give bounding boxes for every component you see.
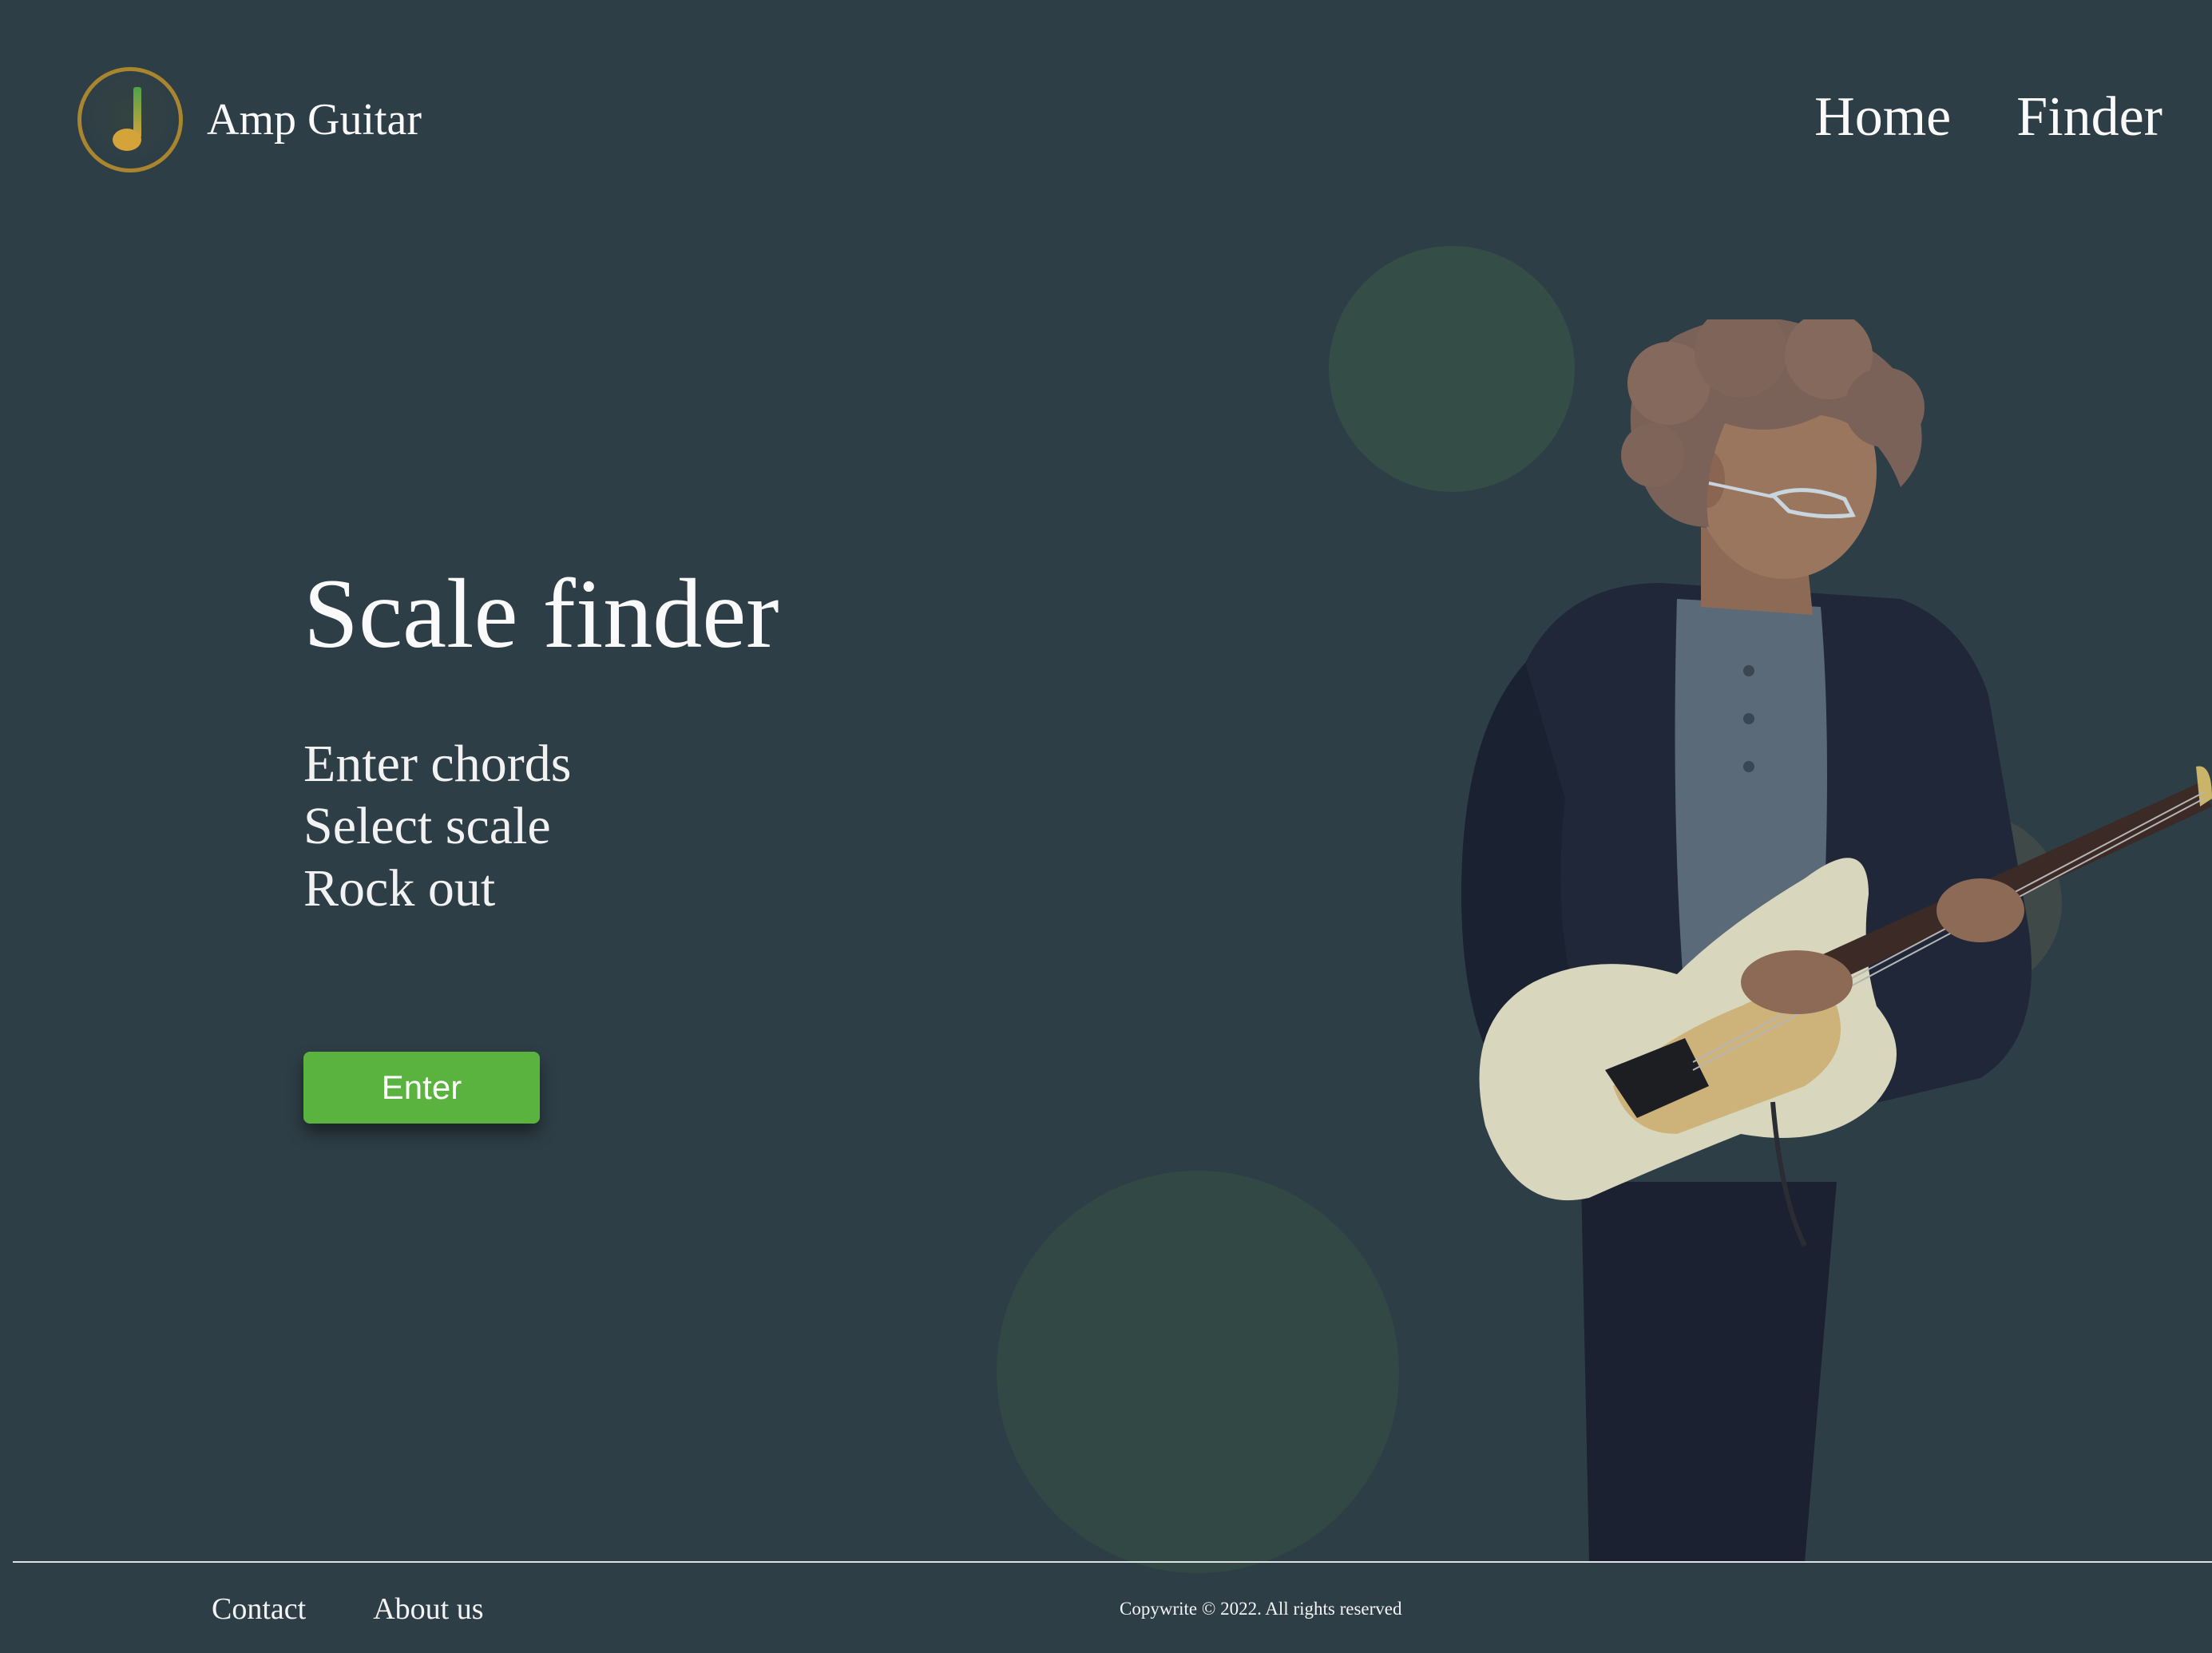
footer-contact-link[interactable]: Contact	[212, 1594, 306, 1624]
guitarist-photo	[1461, 319, 2212, 1562]
main-nav: Home Finder	[1814, 89, 2162, 145]
landing-page: Amp Guitar Home Finder Scale finder Ente…	[0, 0, 2212, 1653]
footer-links: Contact About us	[212, 1594, 484, 1624]
music-note-icon	[113, 87, 141, 151]
footer-about-link[interactable]: About us	[373, 1594, 483, 1624]
brand-logo-link[interactable]: Amp Guitar	[77, 67, 422, 172]
step-item: Rock out	[303, 859, 496, 918]
step-item: Select scale	[303, 797, 551, 855]
nav-finder-link[interactable]: Finder	[2016, 89, 2162, 145]
hero-title: Scale finder	[303, 559, 779, 668]
footer-divider	[13, 1561, 2212, 1563]
step-item: Enter chords	[303, 735, 572, 793]
steps-list: Enter chords Select scale Rock out	[303, 733, 571, 920]
enter-button[interactable]: Enter	[303, 1052, 540, 1124]
copyright-text: Copywrite © 2022. All rights reserved	[1120, 1599, 1402, 1619]
brand-name: Amp Guitar	[207, 95, 422, 145]
logo-badge	[77, 67, 183, 172]
nav-home-link[interactable]: Home	[1814, 89, 1951, 145]
